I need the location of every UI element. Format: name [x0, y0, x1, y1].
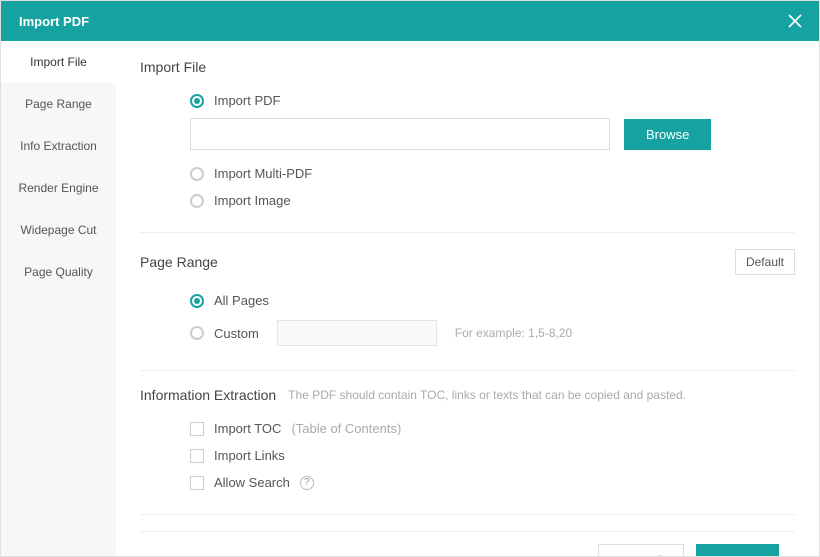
dialog-footer: Cancel Import: [140, 531, 795, 556]
sidebar-item-page-range[interactable]: Page Range: [1, 83, 116, 125]
dialog-title: Import PDF: [19, 14, 89, 29]
label-import-pdf: Import PDF: [214, 93, 280, 108]
checkbox-import-toc[interactable]: [190, 422, 204, 436]
section-import-file: Import File Import PDF Browse Import Mul…: [140, 59, 795, 233]
dialog-titlebar: Import PDF: [1, 1, 819, 41]
custom-range-input[interactable]: [277, 320, 437, 346]
label-allow-search: Allow Search: [214, 475, 290, 490]
label-import-toc-sub: (Table of Contents): [291, 421, 401, 436]
sidebar-item-widepage-cut[interactable]: Widepage Cut: [1, 209, 116, 251]
info-extraction-hint: The PDF should contain TOC, links or tex…: [288, 388, 686, 402]
dialog-body: Import File Page Range Info Extraction R…: [1, 41, 819, 556]
browse-button[interactable]: Browse: [624, 119, 711, 150]
sidebar: Import File Page Range Info Extraction R…: [1, 41, 116, 556]
label-custom-range: Custom: [214, 326, 259, 341]
sidebar-item-import-file[interactable]: Import File: [1, 41, 116, 83]
label-import-image: Import Image: [214, 193, 291, 208]
radio-import-image[interactable]: [190, 194, 204, 208]
content-pane: Import File Import PDF Browse Import Mul…: [116, 41, 819, 556]
pdf-path-input[interactable]: [190, 118, 610, 150]
import-button[interactable]: Import: [696, 544, 779, 556]
custom-range-example: For example: 1,5-8,20: [455, 326, 572, 340]
sidebar-item-info-extraction[interactable]: Info Extraction: [1, 125, 116, 167]
section-title-import-file: Import File: [140, 59, 206, 75]
label-import-multi-pdf: Import Multi-PDF: [214, 166, 312, 181]
help-icon[interactable]: ?: [300, 476, 314, 490]
section-page-range: Page Range Default All Pages Custom For …: [140, 249, 795, 371]
radio-import-pdf[interactable]: [190, 94, 204, 108]
radio-custom-range[interactable]: [190, 326, 204, 340]
label-import-toc: Import TOC: [214, 421, 281, 436]
checkbox-allow-search[interactable]: [190, 476, 204, 490]
radio-all-pages[interactable]: [190, 294, 204, 308]
radio-import-multi-pdf[interactable]: [190, 167, 204, 181]
sidebar-item-page-quality[interactable]: Page Quality: [1, 251, 116, 293]
import-pdf-dialog: Import PDF Import File Page Range Info E…: [0, 0, 820, 557]
section-title-page-range: Page Range: [140, 254, 218, 270]
sidebar-item-render-engine[interactable]: Render Engine: [1, 167, 116, 209]
checkbox-import-links[interactable]: [190, 449, 204, 463]
cancel-button[interactable]: Cancel: [598, 544, 684, 556]
section-title-info-extraction: Information Extraction: [140, 387, 276, 403]
label-all-pages: All Pages: [214, 293, 269, 308]
section-info-extraction: Information Extraction The PDF should co…: [140, 387, 795, 515]
close-icon[interactable]: [783, 9, 807, 33]
default-button[interactable]: Default: [735, 249, 795, 275]
label-import-links: Import Links: [214, 448, 285, 463]
